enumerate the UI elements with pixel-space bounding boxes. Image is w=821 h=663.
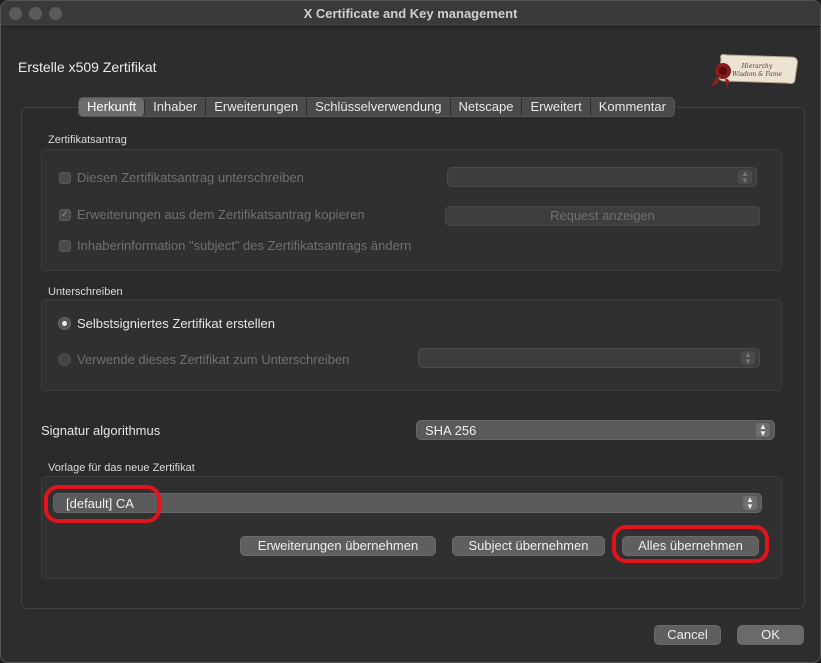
template-select[interactable]: [default] CA ▲ ▼ bbox=[53, 493, 762, 513]
signature-algorithm-value: SHA 256 bbox=[425, 423, 477, 438]
tab-inhaber[interactable]: Inhaber bbox=[145, 98, 207, 116]
request-select[interactable]: ▲ ▼ bbox=[447, 167, 757, 187]
self-signed-radio[interactable] bbox=[58, 317, 71, 330]
select-arrows-icon: ▲ ▼ bbox=[756, 423, 770, 438]
sign-group-label: Unterschreiben bbox=[48, 286, 123, 298]
self-signed-label: Selbstsigniertes Zertifikat erstellen bbox=[77, 316, 275, 331]
window-title: X Certificate and Key management bbox=[303, 6, 518, 21]
select-arrows-icon: ▲ ▼ bbox=[738, 170, 752, 185]
self-signed-row[interactable]: Selbstsigniertes Zertifikat erstellen bbox=[58, 316, 275, 331]
copy-extensions-label: Erweiterungen aus dem Zertifikatsantrag … bbox=[77, 207, 365, 222]
template-group-label: Vorlage für das neue Zertifikat bbox=[48, 462, 195, 474]
signer-select[interactable]: ▲ ▼ bbox=[418, 348, 760, 368]
use-cert-row[interactable]: Verwende dieses Zertifikat zum Unterschr… bbox=[58, 352, 349, 367]
tab-bar: Herkunft Inhaber Erweiterungen Schlüssel… bbox=[78, 97, 675, 117]
tab-herkunft[interactable]: Herkunft bbox=[79, 98, 146, 116]
show-request-button[interactable]: Request anzeigen bbox=[445, 206, 760, 226]
sign-request-row[interactable]: Diesen Zertifikatsantrag unterschreiben bbox=[59, 170, 304, 185]
tab-schluesselverwendung[interactable]: Schlüsselverwendung bbox=[307, 98, 451, 116]
logo-line1: Hierarchy bbox=[741, 63, 773, 70]
template-group bbox=[41, 476, 782, 579]
copy-extensions-checkbox[interactable]: ✓ bbox=[59, 208, 71, 221]
apply-all-button[interactable]: Alles übernehmen bbox=[622, 536, 759, 556]
scroll-logo-icon: Hierarchy Wisdom & Fame bbox=[711, 54, 798, 88]
tab-erweiterungen[interactable]: Erweiterungen bbox=[206, 98, 308, 116]
title-bar: X Certificate and Key management bbox=[1, 1, 820, 27]
sign-group bbox=[41, 299, 782, 391]
template-select-value: [default] CA bbox=[66, 496, 134, 511]
dialog-title: Erstelle x509 Zertifikat bbox=[18, 59, 157, 75]
logo-line2: Wisdom & Fame bbox=[732, 71, 782, 78]
app-window: X Certificate and Key management Erstell… bbox=[0, 0, 821, 663]
cancel-button[interactable]: Cancel bbox=[654, 625, 721, 645]
signature-label: Signatur algorithmus bbox=[41, 423, 161, 438]
apply-extensions-button[interactable]: Erweiterungen übernehmen bbox=[240, 536, 436, 556]
select-arrows-icon: ▲ ▼ bbox=[741, 351, 755, 366]
tab-kommentar[interactable]: Kommentar bbox=[591, 98, 674, 116]
use-cert-radio[interactable] bbox=[58, 353, 71, 366]
ok-button[interactable]: OK bbox=[737, 625, 804, 645]
sign-request-label: Diesen Zertifikatsantrag unterschreiben bbox=[77, 170, 304, 185]
use-cert-label: Verwende dieses Zertifikat zum Unterschr… bbox=[77, 352, 350, 367]
modify-subject-label: Inhaberinformation "subject" des Zertifi… bbox=[77, 238, 412, 253]
select-arrows-icon: ▲ ▼ bbox=[743, 496, 757, 511]
tab-erweitert[interactable]: Erweitert bbox=[522, 98, 591, 116]
modify-subject-checkbox[interactable] bbox=[59, 239, 71, 252]
sign-request-checkbox[interactable] bbox=[59, 171, 71, 184]
apply-subject-button[interactable]: Subject übernehmen bbox=[452, 536, 605, 556]
copy-extensions-row[interactable]: ✓ Erweiterungen aus dem Zertifikatsantra… bbox=[59, 207, 365, 222]
csr-group-label: Zertifikatsantrag bbox=[48, 134, 127, 146]
signature-algorithm-select[interactable]: SHA 256 ▲ ▼ bbox=[416, 420, 775, 440]
tab-netscape[interactable]: Netscape bbox=[451, 98, 523, 116]
modify-subject-row[interactable]: Inhaberinformation "subject" des Zertifi… bbox=[59, 238, 411, 253]
